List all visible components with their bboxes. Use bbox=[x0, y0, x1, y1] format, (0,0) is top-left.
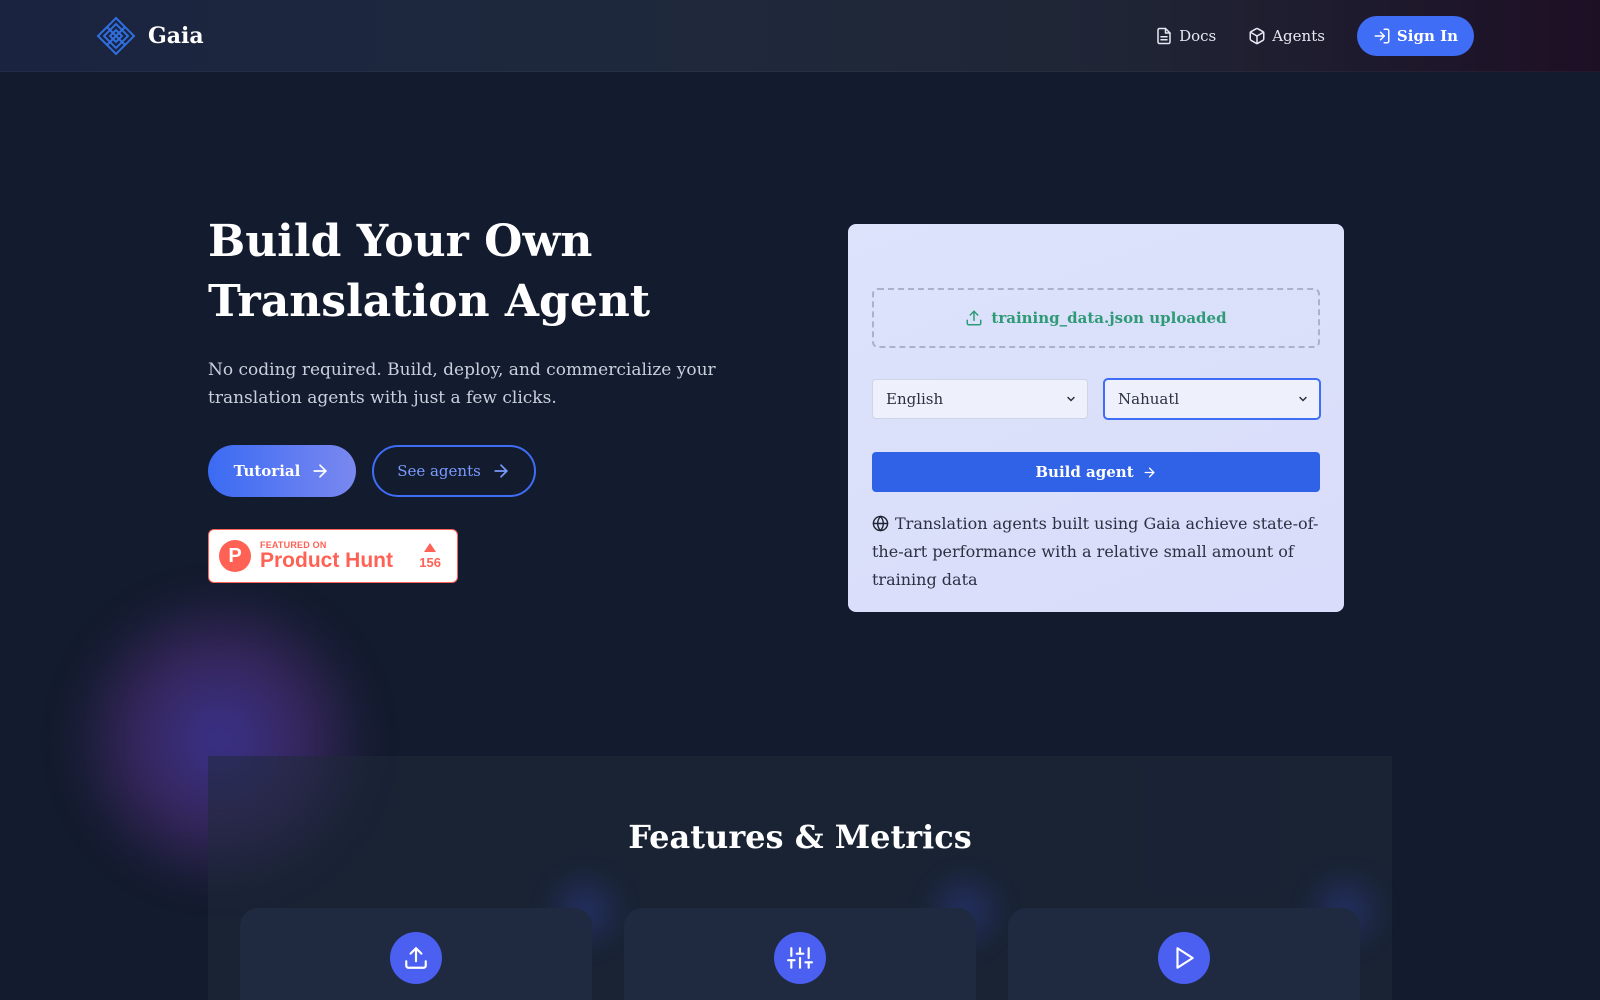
features-section: Features & Metrics bbox=[208, 756, 1392, 1000]
chevron-down-icon bbox=[1067, 396, 1075, 402]
tutorial-button[interactable]: Tutorial bbox=[208, 445, 356, 497]
product-hunt-votes: 156 bbox=[419, 542, 441, 570]
feature-card bbox=[1008, 908, 1360, 1000]
sliders-icon bbox=[787, 947, 813, 969]
see-agents-button[interactable]: See agents bbox=[372, 445, 536, 497]
nav-docs-label: Docs bbox=[1179, 27, 1217, 45]
product-hunt-text: FEATURED ON Product Hunt bbox=[260, 540, 393, 572]
cube-icon bbox=[1249, 27, 1265, 45]
build-agent-label: Build agent bbox=[1035, 463, 1134, 481]
upvote-triangle-icon bbox=[424, 542, 437, 552]
arrow-right-icon bbox=[494, 464, 508, 478]
play-icon bbox=[1176, 947, 1194, 969]
sign-in-icon bbox=[1374, 28, 1390, 44]
brand-logo[interactable]: Gaia bbox=[96, 16, 204, 56]
upload-icon bbox=[966, 310, 982, 326]
arrow-right-icon bbox=[1144, 467, 1155, 477]
training-data-dropzone[interactable]: training_data.json uploaded bbox=[872, 288, 1320, 348]
see-agents-label: See agents bbox=[397, 462, 481, 480]
hero-title: Build Your Own Translation Agent bbox=[208, 216, 651, 327]
features-title: Features & Metrics bbox=[628, 818, 972, 856]
document-icon bbox=[1157, 27, 1171, 45]
feature-icon-button[interactable] bbox=[390, 932, 442, 984]
nav-agents-label: Agents bbox=[1272, 27, 1325, 45]
product-hunt-name: Product Hunt bbox=[260, 549, 393, 572]
nav-agents-link[interactable]: Agents bbox=[1248, 27, 1325, 45]
hero-actions: Tutorial See agents bbox=[208, 445, 536, 497]
build-agent-button[interactable]: Build agent bbox=[872, 452, 1320, 492]
sign-in-label: Sign In bbox=[1396, 27, 1458, 45]
globe-icon bbox=[872, 515, 889, 532]
product-hunt-logo-icon: P bbox=[219, 540, 251, 572]
gaia-logo-icon bbox=[96, 16, 136, 56]
source-language-select[interactable]: English bbox=[872, 379, 1088, 419]
source-language-value: English bbox=[886, 390, 944, 408]
main-nav: Docs Agents Sign In bbox=[1155, 16, 1474, 56]
tutorial-label: Tutorial bbox=[233, 462, 301, 480]
upload-status: training_data.json uploaded bbox=[991, 309, 1227, 327]
arrow-right-icon bbox=[313, 464, 327, 478]
feature-card bbox=[624, 908, 976, 1000]
builder-note: Translation agents built using Gaia achi… bbox=[872, 510, 1322, 594]
brand-name: Gaia bbox=[148, 23, 204, 49]
builder-note-text: Translation agents built using Gaia achi… bbox=[872, 514, 1319, 589]
agent-builder-card: training_data.json uploaded English Nahu… bbox=[848, 224, 1344, 612]
nav-docs-link[interactable]: Docs bbox=[1155, 27, 1216, 45]
feature-card bbox=[240, 908, 592, 1000]
chevron-down-icon bbox=[1299, 396, 1307, 402]
product-hunt-vote-count: 156 bbox=[419, 554, 441, 570]
target-language-select[interactable]: Nahuatl bbox=[1104, 379, 1320, 419]
top-navbar: Gaia Docs Agents Sign In bbox=[0, 0, 1600, 72]
feature-icon-button[interactable] bbox=[774, 932, 826, 984]
feature-icon-button[interactable] bbox=[1158, 932, 1210, 984]
sign-in-button[interactable]: Sign In bbox=[1356, 16, 1474, 56]
upload-icon bbox=[405, 947, 427, 969]
target-language-value: Nahuatl bbox=[1118, 390, 1180, 408]
hero-subtitle: No coding required. Build, deploy, and c… bbox=[208, 360, 716, 408]
product-hunt-badge[interactable]: P FEATURED ON Product Hunt 156 bbox=[208, 529, 458, 583]
